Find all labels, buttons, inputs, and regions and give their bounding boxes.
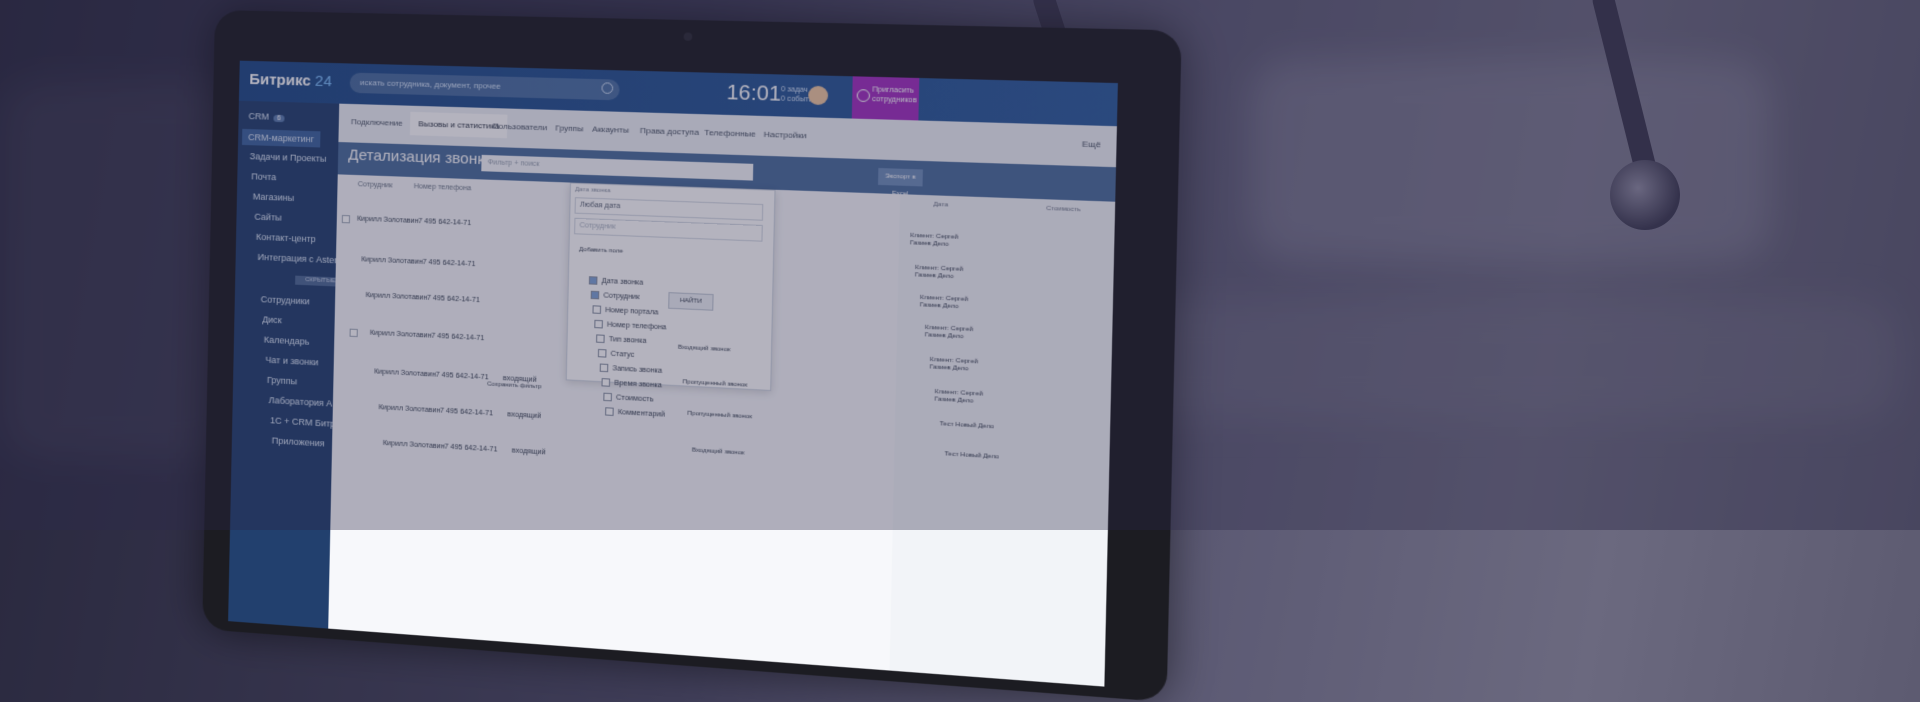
dark-overlay	[0, 0, 1920, 530]
